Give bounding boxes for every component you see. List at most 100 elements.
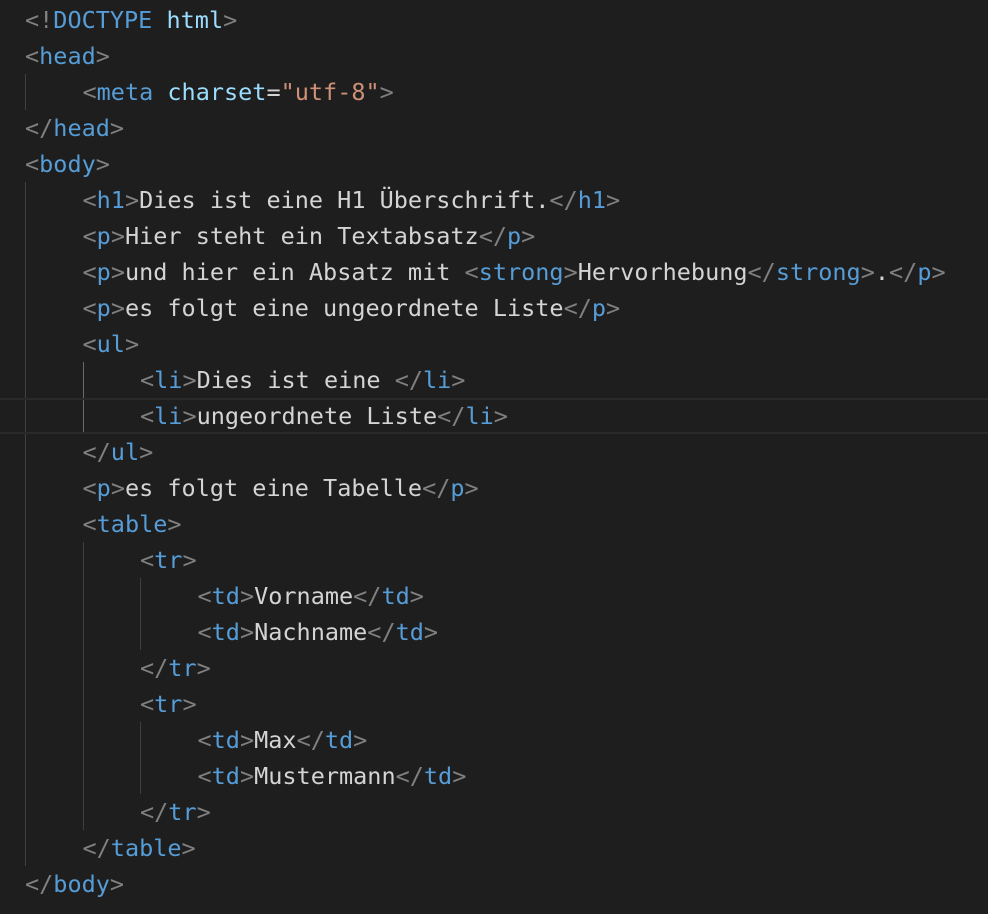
code-line-content: <table>: [83, 506, 182, 542]
code-line-content: <li>ungeordnete Liste</li>: [140, 398, 508, 434]
code-token: strong: [775, 258, 861, 286]
code-line-content: <body>: [25, 146, 110, 182]
code-line[interactable]: <td>Mustermann</td>: [0, 758, 988, 794]
code-line-content: </tr>: [140, 794, 211, 830]
code-token: >: [109, 114, 125, 142]
code-token: p: [96, 294, 111, 322]
code-token: >: [606, 294, 621, 322]
code-line[interactable]: <p>und hier ein Absatz mit <strong>Hervo…: [0, 254, 988, 290]
code-line[interactable]: <td>Vorname</td>: [0, 578, 988, 614]
code-token: Hier steht ein Textabsatz: [124, 222, 479, 250]
code-token: es folgt eine Tabelle: [124, 474, 423, 502]
code-token: =: [266, 78, 281, 106]
code-token: <: [140, 690, 155, 718]
code-token: >: [931, 258, 946, 286]
code-token: und hier ein Absatz mit: [124, 258, 465, 286]
code-line[interactable]: <tr>: [0, 542, 988, 578]
code-token: </: [549, 186, 578, 214]
code-line[interactable]: </body>: [0, 866, 988, 902]
code-token: >: [423, 618, 439, 646]
code-token: td: [211, 726, 240, 754]
code-token: </: [394, 366, 423, 394]
code-line[interactable]: <li>Dies ist eine </li>: [0, 362, 988, 398]
code-token: <!: [25, 6, 54, 34]
code-line[interactable]: <head>: [0, 38, 988, 74]
code-token: </: [422, 474, 451, 502]
code-line[interactable]: <h1>Dies ist eine H1 Überschrift.</h1>: [0, 182, 988, 218]
code-line[interactable]: </tr>: [0, 794, 988, 830]
code-token: Dies ist eine: [196, 366, 395, 394]
code-token: </: [437, 402, 466, 430]
code-token: p: [917, 258, 932, 286]
code-token: <: [197, 618, 212, 646]
code-line[interactable]: <p>Hier steht ein Textabsatz</p>: [0, 218, 988, 254]
code-token: </: [747, 258, 776, 286]
code-token: <: [464, 258, 479, 286]
code-token: li: [422, 366, 452, 394]
code-token: head: [39, 42, 96, 70]
code-line-content: <td>Max</td>: [198, 722, 368, 758]
code-token: ungeordnete Liste: [196, 402, 438, 430]
code-line[interactable]: <li>ungeordnete Liste</li>: [0, 398, 988, 434]
code-token: >: [606, 186, 621, 214]
code-token: </: [889, 258, 918, 286]
code-line[interactable]: </tr>: [0, 650, 988, 686]
code-token: >: [464, 474, 479, 502]
code-token: html: [166, 6, 224, 34]
code-editor[interactable]: <!DOCTYPE html> <head> <meta charset="utf-…: [0, 0, 988, 914]
code-token: <: [82, 474, 97, 502]
code-token: >: [239, 582, 255, 610]
code-line[interactable]: </ul>: [0, 434, 988, 470]
code-token: >: [860, 258, 875, 286]
code-token: p: [591, 294, 607, 322]
code-line-content: <!DOCTYPE html>: [25, 2, 237, 38]
code-line[interactable]: <!DOCTYPE html>: [0, 2, 988, 38]
code-token: td: [211, 762, 240, 790]
code-line[interactable]: <p>es folgt eine Tabelle</p>: [0, 470, 988, 506]
code-token: <: [140, 402, 155, 430]
code-token: <: [197, 726, 212, 754]
code-token: <: [82, 186, 97, 214]
code-token: </: [367, 618, 396, 646]
code-line[interactable]: <ul>: [0, 326, 988, 362]
code-line[interactable]: </table>: [0, 830, 988, 866]
code-line[interactable]: <tr>: [0, 686, 988, 722]
code-token: </: [25, 114, 54, 142]
code-line-content: <meta charset="utf-8">: [83, 74, 394, 110]
code-line-content: </body>: [25, 866, 124, 902]
code-token: </: [140, 654, 169, 682]
code-token: charset: [167, 78, 267, 106]
code-token: <: [82, 78, 97, 106]
code-token: >: [239, 762, 255, 790]
code-line[interactable]: <table>: [0, 506, 988, 542]
code-line[interactable]: <meta charset="utf-8">: [0, 74, 988, 110]
code-line[interactable]: <body>: [0, 146, 988, 182]
code-token: td: [423, 762, 453, 790]
code-token: td: [211, 582, 240, 610]
code-line[interactable]: <td>Max</td>: [0, 722, 988, 758]
code-token: </: [353, 582, 382, 610]
code-token: <: [82, 222, 97, 250]
code-line[interactable]: <td>Nachname</td>: [0, 614, 988, 650]
code-line-content: <p>Hier steht ein Textabsatz</p>: [83, 218, 536, 254]
code-token: <: [140, 366, 155, 394]
code-token: ul: [110, 438, 140, 466]
code-token: td: [395, 618, 424, 646]
code-line[interactable]: </head>: [0, 110, 988, 146]
code-line[interactable]: <p>es folgt eine ungeordnete Liste</p>: [0, 290, 988, 326]
code-token: >: [95, 150, 110, 178]
code-token: h1: [96, 186, 125, 214]
code-token: meta: [96, 78, 154, 106]
code-token: >: [196, 654, 211, 682]
code-token: <: [140, 546, 155, 574]
code-token: >: [452, 762, 467, 790]
code-token: p: [96, 222, 111, 250]
code-token: .: [874, 258, 890, 286]
code-token: <: [82, 510, 97, 538]
code-token: td: [381, 582, 410, 610]
code-token: >: [181, 834, 196, 862]
code-token: >: [223, 6, 238, 34]
code-line-content: <p>es folgt eine Tabelle</p>: [83, 470, 479, 506]
code-line-content: <td>Vorname</td>: [198, 578, 424, 614]
code-token: table: [96, 510, 168, 538]
